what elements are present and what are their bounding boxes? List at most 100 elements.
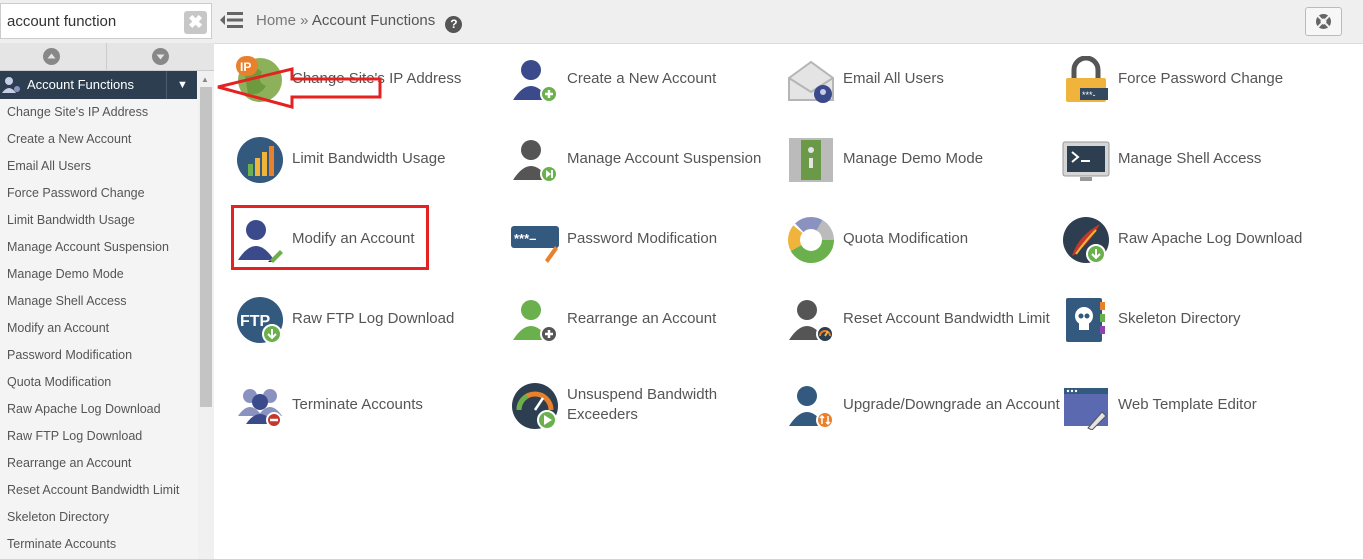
tile-label: Limit Bandwidth Usage: [292, 150, 446, 167]
sidebar-scrollbar[interactable]: ▲: [198, 71, 214, 559]
tile-skeleton-directory[interactable]: Skeleton Directory: [1062, 289, 1312, 349]
sidebar-item-force-password[interactable]: Force Password Change: [0, 180, 197, 207]
tile-reset-bandwidth[interactable]: Reset Account Bandwidth Limit: [787, 289, 1057, 349]
tile-label: Reset Account Bandwidth Limit: [843, 310, 1050, 327]
breadcrumb: Home » Account Functions ?: [256, 12, 463, 33]
sidebar-item-email-users[interactable]: Email All Users: [0, 153, 197, 180]
scroll-up-arrow[interactable]: ▲: [201, 75, 209, 84]
tile-label: Manage Account Suspension: [567, 150, 762, 167]
chevron-down-icon: [152, 48, 169, 65]
suspension-icon: [513, 140, 558, 183]
ftp-download-icon: FTP: [237, 297, 283, 344]
tile-shell-access[interactable]: Manage Shell Access: [1062, 129, 1332, 189]
tile-password-modification[interactable]: ***– Password Modification: [511, 209, 761, 269]
tile-label: Raw Apache Log Download: [1118, 230, 1303, 247]
sidebar-list: Change Site's IP Address Create a New Ac…: [0, 99, 197, 558]
tile-create-account[interactable]: Create a New Account: [511, 49, 761, 109]
sidebar-item-shell-access[interactable]: Manage Shell Access: [0, 288, 197, 315]
tile-web-template-editor[interactable]: Web Template Editor: [1062, 375, 1312, 435]
breadcrumb-home[interactable]: Home »: [256, 12, 309, 29]
menu-toggle-icon[interactable]: [220, 8, 244, 32]
tile-label: Change Site's IP Address: [292, 70, 462, 87]
tile-unsuspend-bandwidth[interactable]: Unsuspend Bandwidth Exceeders: [511, 375, 731, 435]
tile-label: Manage Shell Access: [1118, 150, 1262, 167]
skeleton-directory-icon: [1066, 298, 1105, 342]
sidebar-item-rearrange-account[interactable]: Rearrange an Account: [0, 450, 197, 477]
tile-terminate-accounts[interactable]: Terminate Accounts: [236, 375, 486, 435]
create-account-icon: [513, 60, 558, 103]
breadcrumb-current: Account Functions: [311, 12, 436, 29]
tile-label: Rearrange an Account: [567, 310, 717, 327]
svg-text:***-: ***-: [1082, 90, 1096, 100]
sidebar-item-skeleton-directory[interactable]: Skeleton Directory: [0, 504, 197, 531]
sidebar-item-create-account[interactable]: Create a New Account: [0, 126, 197, 153]
gauge-play-icon: [512, 383, 558, 430]
tile-label: Manage Demo Mode: [843, 150, 984, 167]
tile-label: Email All Users: [843, 70, 944, 87]
tile-account-suspension[interactable]: Manage Account Suspension: [511, 129, 781, 189]
sidebar-item-ftp-log[interactable]: Raw FTP Log Download: [0, 423, 197, 450]
tile-modify-account[interactable]: Modify an Account: [236, 209, 436, 269]
rearrange-account-icon: [513, 300, 558, 343]
sidebar: Account Functions ▼ Change Site's IP Add…: [0, 43, 214, 559]
tile-label: Password Modification: [567, 230, 718, 247]
tile-label: Modify an Account: [292, 230, 415, 247]
sidebar-item-reset-bandwidth[interactable]: Reset Account Bandwidth Limit: [0, 477, 197, 504]
collapse-category-button[interactable]: ▼: [166, 71, 198, 99]
sidebar-item-modify-account[interactable]: Modify an Account: [0, 315, 197, 342]
tile-ftp-log[interactable]: FTP Raw FTP Log Download: [236, 289, 486, 349]
tile-email-users[interactable]: Email All Users: [787, 49, 1047, 109]
support-button[interactable]: [1305, 7, 1342, 36]
lifebuoy-icon: [1316, 14, 1331, 29]
sidebar-item-demo-mode[interactable]: Manage Demo Mode: [0, 261, 197, 288]
sidebar-item-quota-modification[interactable]: Quota Modification: [0, 369, 197, 396]
svg-text:IP: IP: [240, 60, 251, 74]
quota-pie-icon: [788, 217, 834, 263]
sidebar-item-terminate-accounts[interactable]: Terminate Accounts: [0, 531, 197, 558]
bandwidth-chart-icon: [237, 137, 283, 183]
help-icon[interactable]: ?: [445, 16, 463, 33]
tile-label: Force Password Change: [1118, 70, 1284, 87]
top-bar: ✖ Home » Account Functions ?: [0, 0, 1363, 44]
user-group-icon: [2, 77, 20, 93]
sort-up-button[interactable]: [0, 43, 107, 70]
tile-rearrange-account[interactable]: Rearrange an Account: [511, 289, 761, 349]
chevron-up-icon: [43, 48, 60, 65]
sidebar-item-apache-log[interactable]: Raw Apache Log Download: [0, 396, 197, 423]
tile-demo-mode[interactable]: Manage Demo Mode: [787, 129, 1047, 189]
tile-label: Unsuspend Bandwidth Exceeders: [567, 386, 718, 423]
category-header[interactable]: Account Functions ▼: [0, 71, 197, 99]
terminate-accounts-icon: [238, 389, 282, 428]
tile-label: Raw FTP Log Download: [292, 310, 455, 327]
demo-mode-icon: [789, 138, 833, 182]
sort-down-button[interactable]: [107, 43, 213, 70]
sidebar-item-password-modification[interactable]: Password Modification: [0, 342, 197, 369]
tile-upgrade-account[interactable]: Upgrade/Downgrade an Account: [787, 375, 1067, 435]
scrollbar-thumb[interactable]: [200, 87, 212, 407]
tile-apache-log[interactable]: Raw Apache Log Download: [1062, 209, 1352, 269]
tile-limit-bandwidth[interactable]: Limit Bandwidth Usage: [236, 129, 486, 189]
sidebar-item-account-suspension[interactable]: Manage Account Suspension: [0, 234, 197, 261]
modify-account-icon: [238, 220, 283, 263]
tile-label: Upgrade/Downgrade an Account: [843, 396, 1060, 413]
tile-label: Create a New Account: [567, 70, 717, 87]
clear-search-button[interactable]: ✖: [184, 11, 207, 34]
tile-label: Terminate Accounts: [292, 396, 423, 413]
search-box: ✖: [0, 3, 212, 39]
category-title: Account Functions: [27, 77, 134, 92]
sidebar-item-limit-bandwidth[interactable]: Limit Bandwidth Usage: [0, 207, 197, 234]
tile-force-password[interactable]: ***- Force Password Change: [1062, 49, 1332, 109]
tile-quota-modification[interactable]: Quota Modification: [787, 209, 1037, 269]
template-editor-icon: [1064, 388, 1108, 430]
padlock-icon: ***-: [1066, 56, 1108, 102]
email-icon: [788, 60, 834, 103]
sidebar-item-change-ip[interactable]: Change Site's IP Address: [0, 99, 197, 126]
tile-label: Skeleton Directory: [1118, 310, 1241, 327]
svg-text:***–: ***–: [514, 231, 536, 246]
password-field-icon: ***–: [511, 226, 559, 263]
account-functions-grid: IP Change Site's IP Address Create a New…: [214, 43, 1363, 559]
tile-label: Web Template Editor: [1118, 396, 1257, 413]
tile-change-ip[interactable]: IP Change Site's IP Address: [236, 49, 486, 109]
tile-label: Quota Modification: [843, 230, 969, 247]
search-input[interactable]: [7, 4, 177, 38]
